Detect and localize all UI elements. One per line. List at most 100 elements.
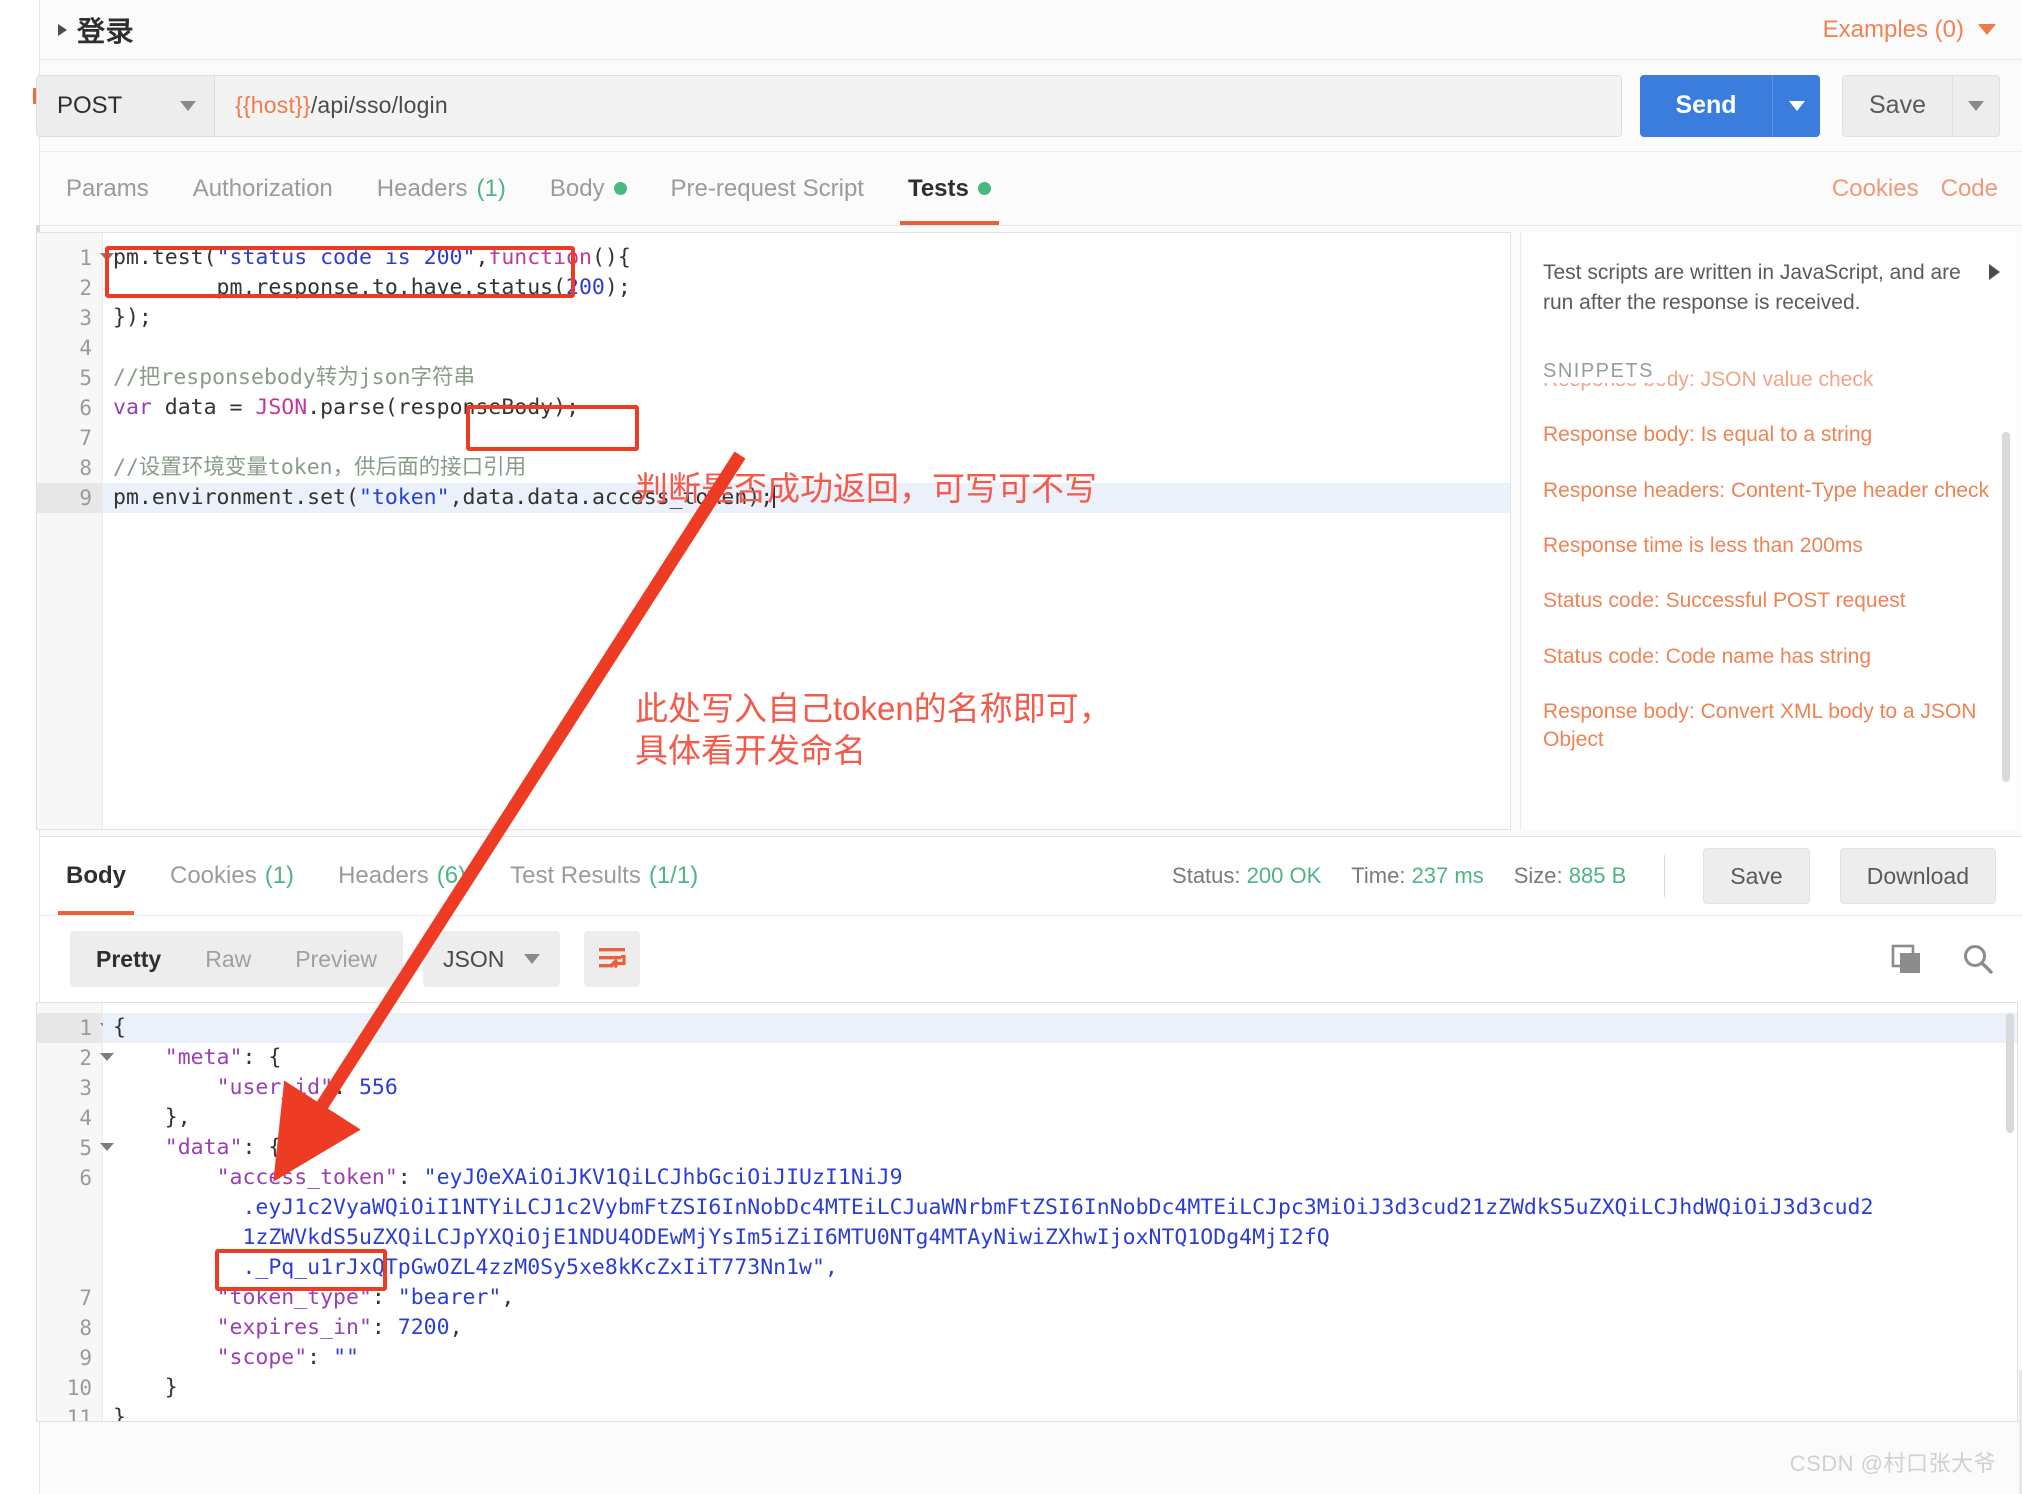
request-tab-pre-request-script[interactable]: Pre-request Script [649, 152, 886, 225]
request-tab-authorization[interactable]: Authorization [171, 152, 355, 225]
code-line[interactable]: "access_token": "eyJ0eXAiOiJKV1QiLCJhbGc… [103, 1163, 2017, 1193]
response-tab-test-results[interactable]: Test Results (1/1) [488, 837, 720, 915]
snippet-item[interactable]: Status code: Code name has string [1543, 643, 1996, 671]
response-body-viewer[interactable]: 1 2 3 4 5 6 7 8 9 10 11 { "meta": { "user_id": 556… [36, 1002, 2018, 1422]
code-token: : [333, 1075, 359, 1100]
code-token: pm.test( [113, 245, 217, 270]
code-line[interactable]: "user_id": 556 [103, 1073, 2017, 1103]
editor-gutter: 1 2 3 4 5 6 7 8 9 [37, 233, 114, 829]
code-line[interactable]: "token_type": "bearer", [103, 1283, 2017, 1313]
code-line[interactable]: pm.test("status code is 200",function(){ [103, 243, 1510, 273]
save-response-button[interactable]: Save [1703, 848, 1810, 904]
code-token: : { [242, 1135, 282, 1160]
snippet-item[interactable]: Response headers: Content-Type header ch… [1543, 477, 1996, 505]
tab-count: (1/1) [648, 862, 699, 889]
code-line[interactable]: //把responsebody转为json字符串 [103, 363, 1510, 393]
snippet-item[interactable]: Response body: Is equal to a string [1543, 421, 1996, 449]
word-wrap-button[interactable] [584, 931, 641, 987]
code-line[interactable]: }, [103, 1103, 2017, 1133]
snippet-item[interactable]: Response time is less than 200ms [1543, 532, 1996, 560]
size-label: Size: [1513, 863, 1563, 888]
code-line[interactable]: .eyJ1c2VyaWQiOiI1NTYiLCJ1c2VybmFtZSI6InN… [103, 1193, 2017, 1223]
expand-triangle-icon[interactable] [58, 23, 67, 36]
send-button[interactable]: Send [1640, 74, 1772, 137]
line-number: 2 [79, 276, 92, 300]
code-line[interactable]: "meta": { [103, 1043, 2017, 1073]
line-number: 11 [66, 1406, 92, 1422]
code-token: { [113, 1015, 126, 1040]
code-line[interactable]: var data = JSON.parse(responseBody); [103, 393, 1510, 423]
code-line[interactable]: }); [103, 303, 1510, 333]
save-options-button[interactable] [1952, 74, 2000, 137]
download-response-button[interactable]: Download [1839, 848, 1996, 904]
code-line[interactable] [103, 333, 1510, 363]
status-group: Status: 200 OK [1172, 863, 1321, 889]
http-method-select[interactable]: POST [37, 75, 215, 136]
code-line[interactable]: ._Pq_u1rJxQTpGwOZL4zzM0Sy5xe8kKcZxIiT773… [103, 1253, 2017, 1283]
chevron-down-icon [524, 954, 541, 964]
code-token: data = [151, 395, 256, 420]
code-token: function [488, 245, 592, 270]
code-token: "access_token" [216, 1165, 398, 1190]
chevron-down-icon [180, 100, 196, 111]
send-button-group: Send [1640, 74, 1820, 137]
tab-label: Test Results [510, 862, 641, 889]
line-number: 6 [79, 396, 92, 420]
code-line[interactable]: 1zZWVkdS5uZXQiLCJpYXQiOjE1NDU4ODEwMjYsIm… [103, 1223, 2017, 1253]
search-icon[interactable] [1960, 942, 1996, 976]
link-cookies[interactable]: Cookies [1832, 175, 1919, 203]
view-mode-preview[interactable]: Preview [273, 946, 399, 973]
code-token: "expires_in" [216, 1315, 372, 1340]
line-number: 3 [79, 1076, 92, 1100]
size-value: 885 B [1568, 863, 1627, 888]
code-line[interactable] [103, 423, 1510, 453]
request-tab-params[interactable]: Params [44, 152, 171, 225]
code-token: 200 [566, 275, 605, 300]
view-mode-pretty[interactable]: Pretty [74, 946, 183, 973]
code-line[interactable]: "data": { [103, 1133, 2017, 1163]
code-line[interactable]: "scope": "" [103, 1343, 2017, 1373]
code-token: ); [604, 275, 631, 300]
code-line[interactable]: } [103, 1403, 2017, 1421]
collapse-panel-arrow-icon[interactable] [1989, 264, 2000, 280]
code-line[interactable]: pm.response.to.have.status(200); [103, 273, 1510, 303]
snippet-item[interactable]: Status code: Successful POST request [1543, 587, 1996, 615]
line-number: 1 [37, 243, 114, 273]
code-line[interactable]: } [103, 1373, 2017, 1403]
save-button[interactable]: Save [1842, 74, 1952, 137]
response-tab-cookies[interactable]: Cookies (1) [148, 837, 316, 915]
request-tab-headers[interactable]: Headers (1) [355, 152, 528, 225]
send-options-button[interactable] [1772, 74, 1820, 137]
code-token: : { [242, 1045, 282, 1070]
copy-icon[interactable] [1890, 943, 1924, 975]
code-token: , [475, 245, 489, 270]
test-script-editor[interactable]: 1 2 3 4 5 6 7 8 9 pm.test("status code is 200",f… [36, 232, 1511, 830]
request-tab-body[interactable]: Body [528, 152, 649, 225]
response-tab-headers[interactable]: Headers (6) [316, 837, 488, 915]
request-tabs: Params Authorization Headers (1) Body Pre-req… [40, 152, 2022, 226]
code-token: 1zZWVkdS5uZXQiLCJpYXQiOjE1NDU4ODEwMjYsIm… [113, 1225, 1330, 1250]
snippet-item[interactable]: Response body: Convert XML body to a JSO… [1543, 698, 1996, 755]
format-select[interactable]: JSON [423, 931, 561, 987]
link-code[interactable]: Code [1941, 175, 1998, 203]
url-input[interactable]: {{host}}/api/sso/login [215, 75, 1621, 136]
code-token: "eyJ0eXAiOiJKV1QiLCJhbGciOiJIUzI1NiJ9 [423, 1165, 903, 1190]
code-line[interactable]: { [103, 1013, 2017, 1043]
code-token: 556 [358, 1075, 398, 1100]
response-scrollbar[interactable] [2006, 1013, 2014, 1133]
response-tab-body[interactable]: Body [44, 837, 148, 915]
response-code-lines[interactable]: { "meta": { "user_id": 556 }, "data": { … [103, 1003, 2017, 1421]
view-mode-raw[interactable]: Raw [183, 946, 273, 973]
code-line[interactable]: "expires_in": 7200, [103, 1313, 2017, 1343]
request-tab-tests[interactable]: Tests [886, 152, 1013, 225]
examples-dropdown[interactable]: Examples (0) [1823, 16, 1996, 44]
line-number: 5 [37, 1133, 114, 1163]
tab-modified-dot-icon [977, 182, 991, 195]
line-number: 4 [79, 1106, 92, 1130]
code-token: //设置环境变量token，供后面的接口引用 [113, 455, 527, 480]
tab-label: Headers [376, 174, 468, 202]
divider [1664, 855, 1666, 897]
snippets-scrollbar[interactable] [2002, 432, 2010, 782]
tab-label: Body [549, 174, 605, 202]
code-token: "status code is 200" [216, 245, 476, 270]
